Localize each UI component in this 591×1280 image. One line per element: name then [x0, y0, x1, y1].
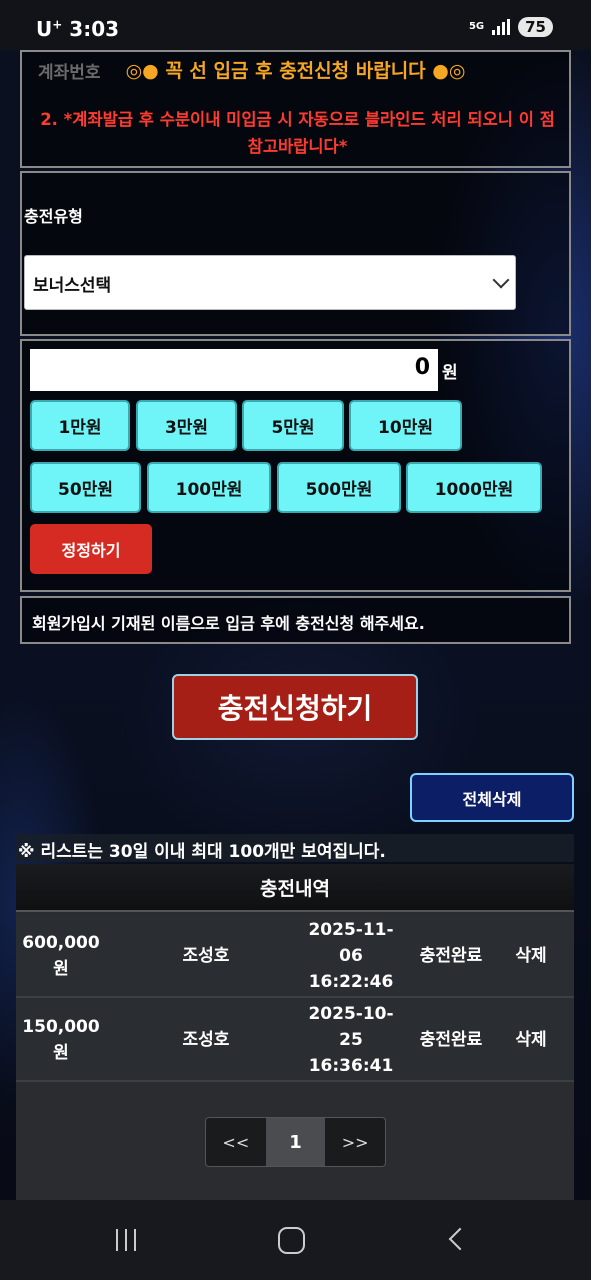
quick-amount-button-10k[interactable]: 1만원 [30, 400, 130, 451]
signal-icon [492, 19, 511, 35]
status-icons: 5G 75 [469, 17, 553, 37]
battery-icon: 75 [518, 17, 553, 37]
amount-input[interactable]: 0 [30, 349, 438, 391]
quick-amount-button-10m[interactable]: 1000만원 [406, 462, 542, 513]
row-status: 충전완료 [419, 1030, 483, 1050]
quick-amount-button-1m[interactable]: 100만원 [147, 462, 271, 513]
quick-amount-button-30k[interactable]: 3만원 [136, 400, 237, 451]
history-title: 충전내역 [16, 864, 574, 912]
charge-type-panel: 충전유형 보너스선택 [20, 171, 571, 336]
row-time: 16:22:46 [308, 972, 394, 992]
quick-amount-button-100k[interactable]: 10만원 [349, 400, 462, 451]
system-nav-bar [0, 1200, 591, 1280]
quick-amount-button-5m[interactable]: 500만원 [277, 462, 401, 513]
home-icon[interactable] [278, 1227, 305, 1254]
row-date: 2025-10-25 [308, 1004, 394, 1050]
back-icon[interactable] [448, 1227, 472, 1251]
pagination: << 1 >> [205, 1117, 386, 1167]
prev-page-button[interactable]: << [206, 1118, 266, 1166]
deposit-notice-panel: 계좌번호 ◎● 꼭 선 입금 후 충전신청 바랍니다 ●◎ 2. *계좌발급 후… [20, 50, 571, 168]
deposit-first-notice: ◎● 꼭 선 입금 후 충전신청 바랍니다 ●◎ [125, 60, 466, 82]
blind-warning-text: 2. *계좌발급 후 수분이내 미입금 시 자동으로 블라인드 처리 되오니 이… [40, 110, 555, 156]
network-5g-icon: 5G [468, 21, 485, 32]
reset-amount-button[interactable]: 정정하기 [30, 524, 152, 574]
chevron-down-icon [492, 271, 510, 289]
row-amount: 600,000 원 [22, 933, 100, 979]
bonus-select[interactable]: 보너스선택 [24, 255, 516, 310]
clock: 3:03 [69, 17, 120, 41]
row-datetime: 2025-10-25 16:36:41 [301, 998, 401, 1082]
recent-apps-icon[interactable] [116, 1229, 136, 1251]
row-delete-button[interactable]: 삭제 [501, 914, 561, 998]
table-row: 600,000 원 조성호 2025-11-06 16:22:46 충전완료 삭… [16, 914, 574, 998]
row-amount: 150,000 원 [22, 1017, 100, 1063]
row-datetime: 2025-11-06 16:22:46 [301, 914, 401, 998]
quick-amount-button-500k[interactable]: 50만원 [30, 462, 141, 513]
name-info-text: 회원가입시 기재된 이름으로 입금 후에 충전신청 해주세요. [32, 614, 425, 633]
carrier-label: U+ 3:03 [36, 17, 120, 41]
list-limit-notice: ※ 리스트는 30일 이내 최대 100개만 보여집니다. [16, 834, 574, 862]
row-status: 충전완료 [419, 946, 483, 966]
currency-unit: 원 [442, 363, 458, 383]
bonus-select-value: 보너스선택 [33, 276, 112, 296]
next-page-button[interactable]: >> [325, 1118, 385, 1166]
name-info-panel: 회원가입시 기재된 이름으로 입금 후에 충전신청 해주세요. [20, 596, 571, 644]
row-delete-button[interactable]: 삭제 [501, 998, 561, 1082]
delete-all-button[interactable]: 전체삭제 [410, 773, 574, 822]
charge-request-button[interactable]: 충전신청하기 [172, 674, 418, 740]
amount-panel: 0 원 1만원 3만원 5만원 10만원 50만원 100만원 500만원 10… [20, 339, 571, 592]
charge-type-label: 충전유형 [24, 207, 83, 226]
table-row: 150,000 원 조성호 2025-10-25 16:36:41 충전완료 삭… [16, 998, 574, 1082]
row-name: 조성호 [182, 946, 230, 966]
row-time: 16:36:41 [308, 1056, 394, 1076]
row-name: 조성호 [182, 1030, 230, 1050]
quick-amount-button-50k[interactable]: 5만원 [242, 400, 344, 451]
row-date: 2025-11-06 [308, 920, 394, 966]
status-bar: U+ 3:03 5G 75 [0, 0, 591, 50]
page-1-button[interactable]: 1 [265, 1118, 326, 1166]
